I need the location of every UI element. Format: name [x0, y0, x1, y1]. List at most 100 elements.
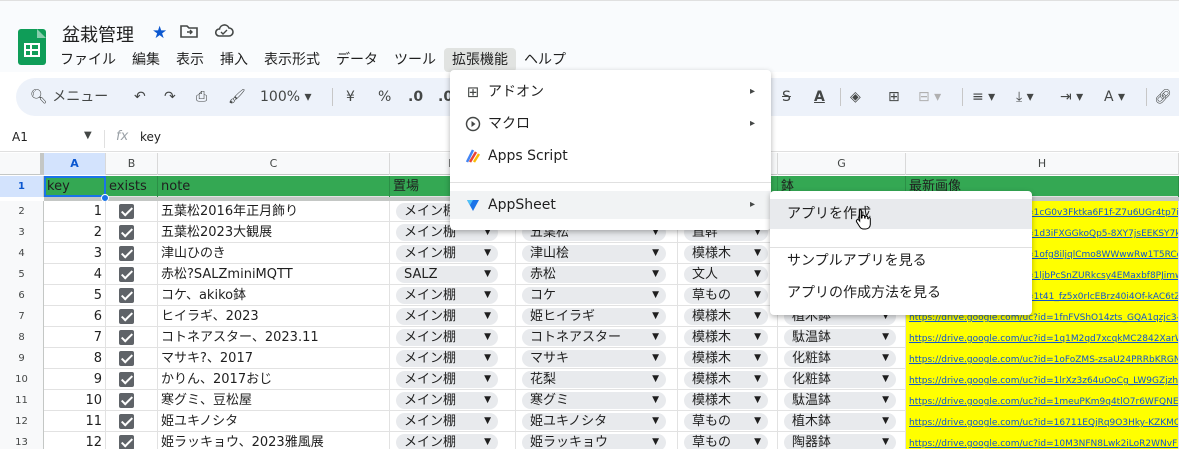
menu-file[interactable]: ファイル — [52, 48, 124, 72]
move-folder-icon[interactable] — [180, 23, 198, 44]
text-rotate-icon[interactable]: A ▾ — [1104, 78, 1125, 116]
species-dropdown-chip[interactable]: 花梨 ▼ — [522, 371, 666, 388]
style-dropdown-chip[interactable]: 草もの ▼ — [684, 413, 768, 430]
checkbox-checked-icon[interactable] — [119, 225, 134, 240]
note-cell[interactable]: 姫ラッキョウ、2023雅風展 — [158, 432, 390, 449]
pot-cell[interactable]: 化粧鉢 ▼ — [778, 348, 906, 369]
location-cell[interactable]: メイン棚▼ — [390, 285, 516, 306]
species-cell[interactable]: 姫ユキノシタ ▼ — [516, 411, 678, 432]
species-dropdown-chip[interactable]: コケ ▼ — [522, 287, 666, 304]
row-number[interactable]: 2 — [0, 201, 44, 222]
species-dropdown-chip[interactable]: 津山桧 ▼ — [522, 245, 666, 262]
menu-search[interactable]: 🔍︎ メニュー — [30, 78, 108, 116]
row-number[interactable]: 6 — [0, 285, 44, 306]
style-dropdown-chip[interactable]: 模様木 ▼ — [684, 308, 768, 325]
text-color-icon[interactable]: A — [814, 78, 825, 116]
column-header-h[interactable]: H — [906, 153, 1179, 175]
key-cell[interactable]: 6 — [44, 306, 106, 327]
sheets-logo-icon[interactable] — [18, 29, 46, 65]
checkbox-checked-icon[interactable] — [119, 309, 134, 324]
pot-dropdown-chip[interactable]: 陶器鉢 ▼ — [784, 434, 896, 449]
style-cell[interactable]: 模様木 ▼ — [678, 243, 778, 264]
note-cell[interactable]: コケ、akiko鉢 — [158, 285, 390, 306]
key-cell[interactable]: 10 — [44, 390, 106, 411]
style-dropdown-chip[interactable]: 文人 ▼ — [684, 266, 768, 283]
cloud-status-icon[interactable] — [214, 23, 234, 44]
key-cell[interactable]: 7 — [44, 327, 106, 348]
key-cell[interactable]: 8 — [44, 348, 106, 369]
location-cell[interactable]: メイン棚▼ — [390, 306, 516, 327]
species-cell[interactable]: コトネアスター ▼ — [516, 327, 678, 348]
note-cell[interactable]: ヒイラギ、2023 — [158, 306, 390, 327]
menu-view[interactable]: 表示 — [168, 48, 212, 72]
location-dropdown-chip[interactable]: メイン棚▼ — [396, 350, 498, 367]
note-cell[interactable]: 姫ユキノシタ — [158, 411, 390, 432]
align-horizontal-icon[interactable]: ≡ ▾ — [972, 78, 995, 116]
image-url-cell[interactable]: https://drive.google.com/uc?id=16711EQjR… — [906, 411, 1179, 432]
location-dropdown-chip[interactable]: SALZ ▼ — [396, 266, 498, 283]
style-cell[interactable]: 草もの ▼ — [678, 285, 778, 306]
location-cell[interactable]: メイン棚▼ — [390, 411, 516, 432]
row-number[interactable]: 8 — [0, 327, 44, 348]
column-header-a[interactable]: A — [44, 153, 106, 175]
cell-a1[interactable]: key — [44, 176, 106, 197]
row-number[interactable]: 1 — [0, 176, 44, 197]
location-cell[interactable]: メイン棚▼ — [390, 369, 516, 390]
how-to-create-item[interactable]: アプリの作成方法を見る — [770, 278, 1032, 308]
style-cell[interactable]: 模様木 ▼ — [678, 327, 778, 348]
align-vertical-icon[interactable]: ⤓ ▾ — [1016, 78, 1034, 116]
pot-dropdown-chip[interactable]: 駄温鉢 ▼ — [784, 392, 896, 409]
formula-input[interactable]: key — [140, 130, 161, 144]
checkbox-checked-icon[interactable] — [119, 372, 134, 387]
checkbox-checked-icon[interactable] — [119, 330, 134, 345]
name-box-dropdown-icon[interactable]: ▼ — [84, 130, 92, 141]
key-cell[interactable]: 11 — [44, 411, 106, 432]
note-cell[interactable]: 赤松?SALZminiMQTT — [158, 264, 390, 285]
location-cell[interactable]: メイン棚▼ — [390, 432, 516, 449]
style-cell[interactable]: 模様木 ▼ — [678, 369, 778, 390]
exists-cell[interactable] — [106, 327, 158, 348]
exists-cell[interactable] — [106, 264, 158, 285]
row-number[interactable]: 4 — [0, 243, 44, 264]
row-number[interactable]: 11 — [0, 390, 44, 411]
pot-dropdown-chip[interactable]: 駄温鉢 ▼ — [784, 329, 896, 346]
exists-cell[interactable] — [106, 201, 158, 222]
exists-cell[interactable] — [106, 432, 158, 449]
image-url-cell[interactable]: https://drive.google.com/uc?id=1lrXz3z64… — [906, 369, 1179, 390]
zoom-select[interactable]: 100% ▾ — [260, 78, 312, 116]
pot-dropdown-chip[interactable]: 化粧鉢 ▼ — [784, 371, 896, 388]
document-title[interactable]: 盆栽管理 — [62, 21, 134, 47]
style-cell[interactable]: 草もの ▼ — [678, 432, 778, 449]
checkbox-checked-icon[interactable] — [119, 246, 134, 261]
style-cell[interactable]: 模様木 ▼ — [678, 306, 778, 327]
image-url-cell[interactable]: https://drive.google.com/uc?id=1oFoZMS-z… — [906, 348, 1179, 369]
sample-apps-item[interactable]: サンプルアプリを見る — [770, 246, 1032, 276]
key-cell[interactable]: 12 — [44, 432, 106, 449]
pot-cell[interactable]: 化粧鉢 ▼ — [778, 369, 906, 390]
location-dropdown-chip[interactable]: メイン棚▼ — [396, 413, 498, 430]
style-dropdown-chip[interactable]: 模様木 ▼ — [684, 392, 768, 409]
paint-format-icon[interactable]: 🖌︎ — [228, 78, 246, 116]
menu-tools[interactable]: ツール — [386, 48, 444, 72]
species-cell[interactable]: 寒グミ ▼ — [516, 390, 678, 411]
style-dropdown-chip[interactable]: 模様木 ▼ — [684, 371, 768, 388]
location-cell[interactable]: メイン棚▼ — [390, 348, 516, 369]
row-number[interactable]: 10 — [0, 369, 44, 390]
note-cell[interactable]: コトネアスター、2023.11 — [158, 327, 390, 348]
redo-icon[interactable]: ↷ — [164, 78, 176, 116]
key-cell[interactable]: 5 — [44, 285, 106, 306]
strikethrough-icon[interactable]: S — [782, 78, 791, 116]
image-link[interactable]: https://drive.google.com/uc?id=1meuPKm9q… — [909, 397, 1178, 407]
location-dropdown-chip[interactable]: メイン棚▼ — [396, 392, 498, 409]
species-dropdown-chip[interactable]: 寒グミ ▼ — [522, 392, 666, 409]
species-dropdown-chip[interactable]: 姫ユキノシタ ▼ — [522, 413, 666, 430]
location-dropdown-chip[interactable]: メイン棚▼ — [396, 329, 498, 346]
note-cell[interactable]: かりん、2017おじ — [158, 369, 390, 390]
species-cell[interactable]: 津山桧 ▼ — [516, 243, 678, 264]
print-icon[interactable]: ⎙ — [196, 78, 207, 116]
style-cell[interactable]: 草もの ▼ — [678, 411, 778, 432]
row-number[interactable]: 3 — [0, 222, 44, 243]
key-cell[interactable]: 3 — [44, 243, 106, 264]
name-box[interactable]: A1 — [12, 130, 28, 144]
style-cell[interactable]: 模様木 ▼ — [678, 390, 778, 411]
